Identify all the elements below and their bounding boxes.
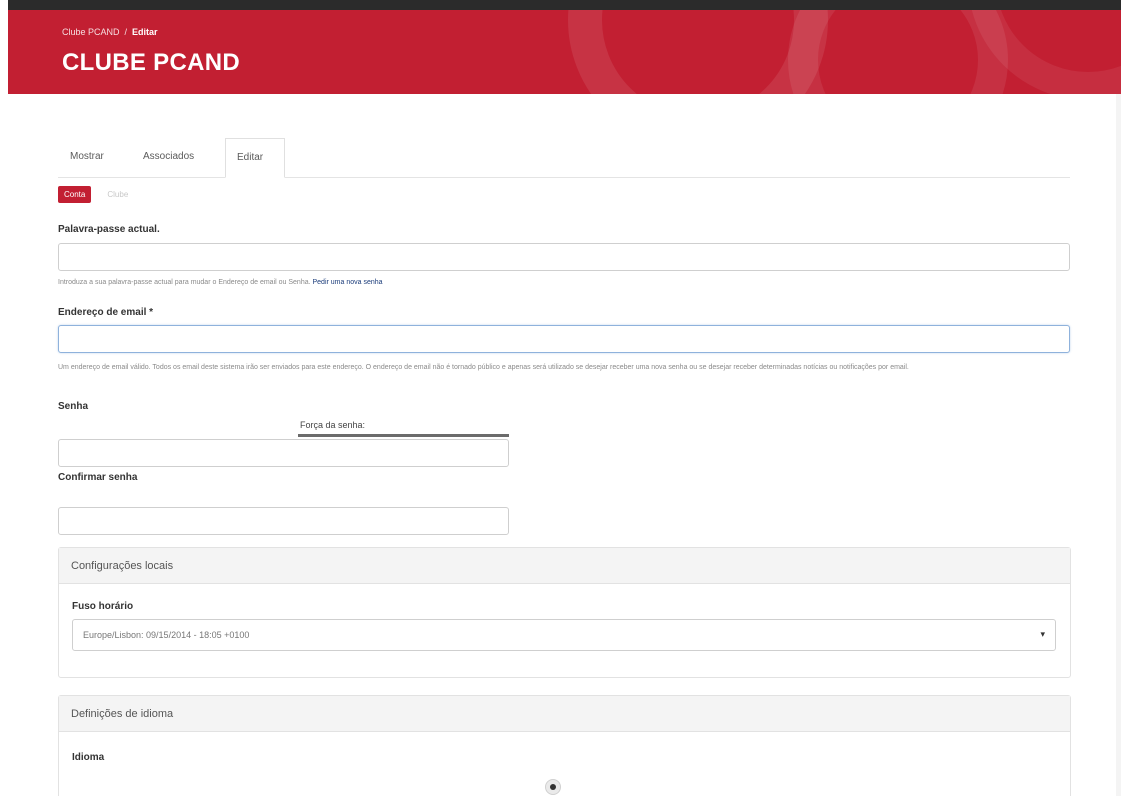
request-new-password-link[interactable]: Pedir uma nova senha bbox=[313, 279, 383, 286]
tab-editar[interactable]: Editar bbox=[225, 138, 285, 178]
locale-settings-panel: Configurações locais bbox=[58, 547, 1071, 678]
breadcrumb-current: Editar bbox=[132, 27, 158, 37]
language-panel-title: Definições de idioma bbox=[59, 696, 1070, 732]
site-header: Clube PCAND / Editar CLUBE PCAND bbox=[8, 10, 1121, 94]
current-password-label: Palavra-passe actual. bbox=[58, 224, 160, 235]
chevron-down-icon: ▾ bbox=[1040, 629, 1045, 639]
confirm-password-input[interactable] bbox=[58, 507, 509, 535]
timezone-label: Fuso horário bbox=[72, 601, 134, 612]
current-password-help: Introduza a sua palavra-passe actual par… bbox=[58, 277, 383, 288]
language-label: Idioma bbox=[72, 752, 105, 763]
page-edge-shade bbox=[1116, 94, 1121, 796]
language-settings-panel: Definições de idioma bbox=[58, 695, 1071, 796]
subtab-conta[interactable]: Conta bbox=[58, 186, 92, 203]
confirm-password-label: Confirmar senha bbox=[58, 472, 138, 483]
password-label: Senha bbox=[58, 401, 89, 412]
email-field[interactable] bbox=[58, 325, 1070, 353]
window-top-strip bbox=[0, 0, 1121, 10]
subtab-clube[interactable]: Clube bbox=[101, 186, 134, 203]
breadcrumb: Clube PCAND / Editar bbox=[62, 27, 158, 37]
current-password-input[interactable] bbox=[58, 243, 1070, 271]
primary-tabs: Mostrar Associados Editar bbox=[58, 138, 1070, 178]
breadcrumb-home-link[interactable]: Clube PCAND bbox=[62, 27, 120, 37]
tab-associados[interactable]: Associados bbox=[132, 138, 205, 178]
tab-mostrar[interactable]: Mostrar bbox=[59, 138, 115, 178]
password-strength-label: Força da senha: bbox=[300, 420, 366, 430]
locale-panel-title: Configurações locais bbox=[59, 548, 1070, 584]
timezone-select[interactable]: Europe/Lisbon: 09/15/2014 - 18:05 +0100 … bbox=[72, 619, 1056, 651]
timezone-selected-value: Europe/Lisbon: 09/15/2014 - 18:05 +0100 bbox=[83, 630, 250, 640]
secondary-tabs: Conta Clube bbox=[58, 186, 134, 203]
password-input[interactable] bbox=[58, 439, 509, 467]
current-password-help-text: Introduza a sua palavra-passe actual par… bbox=[58, 279, 311, 286]
email-label: Endereço de email * bbox=[58, 307, 154, 318]
email-help: Um endereço de email válido. Todos os em… bbox=[58, 364, 909, 371]
breadcrumb-separator: / bbox=[124, 27, 128, 37]
password-strength-bar bbox=[298, 434, 509, 437]
site-title[interactable]: CLUBE PCAND bbox=[62, 49, 240, 77]
language-radio-button[interactable] bbox=[545, 779, 561, 795]
